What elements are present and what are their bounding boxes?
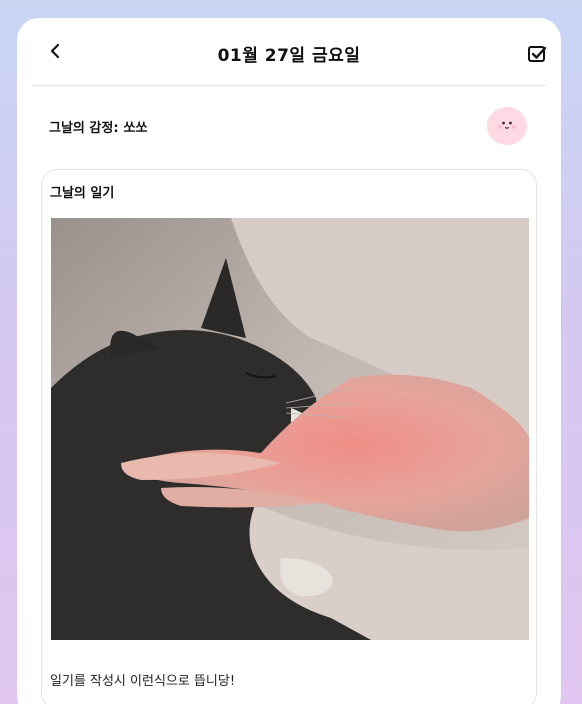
diary-section: 그날의 일기 일기를 작성시 이런식으로 뜹니당! (41, 169, 537, 704)
diary-body-text: 일기를 작성시 이런식으로 뜹니당! (50, 674, 236, 689)
check-square-icon (527, 46, 547, 68)
save-button[interactable] (527, 44, 547, 64)
page-title: 01월 27일 금요일 (217, 46, 361, 66)
header-divider (32, 85, 546, 86)
emotion-row: 그날의 감정: 쏘쏘 (49, 114, 147, 138)
emotion-value: 쏘쏘 (123, 120, 148, 136)
diary-detail-card: 01월 27일 금요일 그날의 감정: 쏘쏘 그날의 일기 일기를 작성시 이런… (17, 18, 561, 704)
header: 01월 27일 금요일 (17, 18, 561, 86)
neutral-face-icon (487, 107, 527, 145)
emotion-label: 그날의 감정: (49, 120, 119, 136)
diary-section-title: 그날의 일기 (50, 186, 115, 201)
diary-photo[interactable] (51, 218, 529, 640)
